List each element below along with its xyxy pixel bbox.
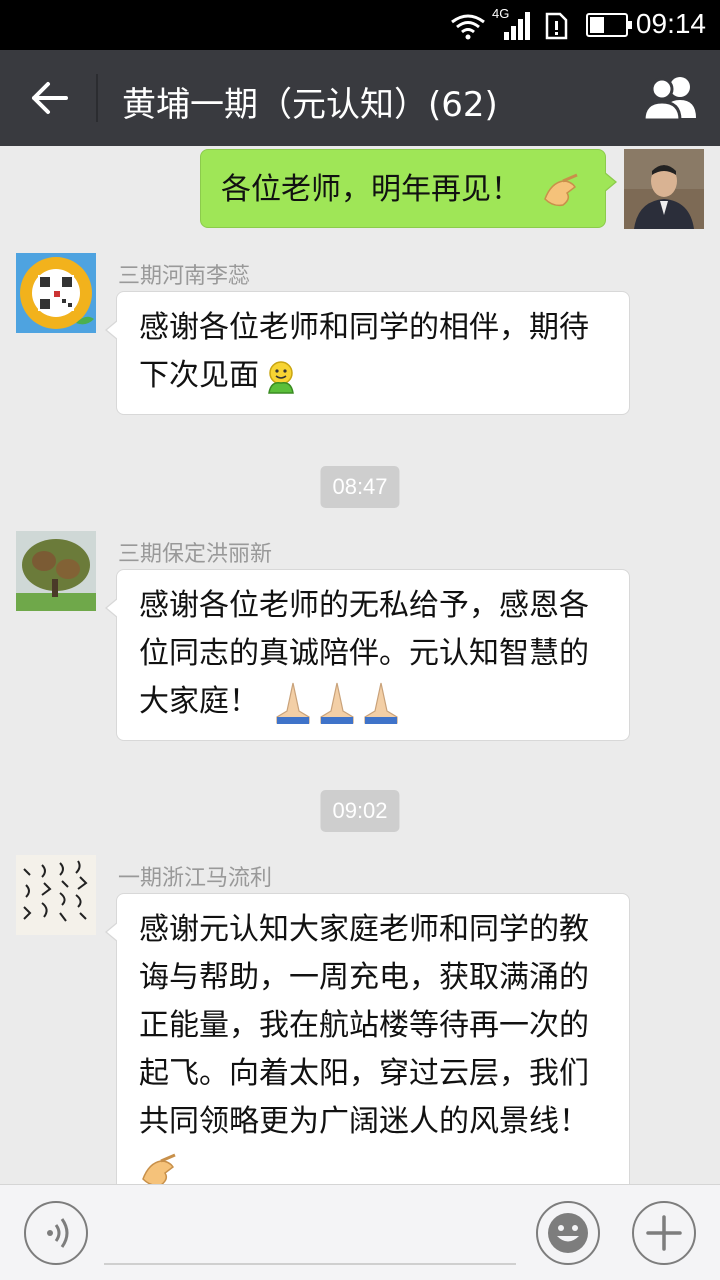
message-line-with-emoji: 大家庭！ (139, 678, 609, 726)
message-line: 正能量，我在航站楼等待再一次的 (139, 1008, 589, 1043)
sim-alert-icon (545, 12, 568, 40)
message-line: 感谢各位老师和同学的相伴，期待 (139, 310, 589, 345)
message-line-with-emoji: 下次见面 (139, 352, 609, 400)
voice-button[interactable] (24, 1201, 88, 1265)
back-arrow-icon[interactable] (28, 76, 72, 120)
green-smiley-emoji (268, 360, 294, 394)
message-bubble-mine[interactable]: 各位老师，明年再见！ (200, 149, 617, 228)
emoji-icon (548, 1213, 588, 1253)
message-bubble[interactable]: 感谢元认知大家庭老师和同学的教 诲与帮助，一周充电，获取满涌的 正能量，我在航站… (105, 893, 630, 1184)
message-bubble[interactable]: 感谢各位老师的无私给予，感恩各 位同志的真诚陪伴。元认知智慧的 大家庭！ (105, 569, 630, 741)
chat-title: 黄埔一期（元认知）(62) (122, 85, 498, 125)
chat-message-list[interactable]: 各位老师，明年再见！ 三期河南李蕊 感谢各位老师和同学的相伴，期待 下次见面 0… (0, 146, 720, 1184)
message-line: 大家庭！ (139, 684, 259, 719)
avatar-sender[interactable] (16, 531, 96, 611)
avatar-sender[interactable] (16, 855, 96, 935)
timestamp: 08:47 (320, 466, 400, 508)
ok-hand-emoji (142, 1153, 176, 1184)
header-divider (96, 74, 98, 122)
chat-header: 黄埔一期（元认知）(62) (0, 50, 720, 146)
sender-name: 一期浙江马流利 (118, 866, 273, 891)
message-bubble[interactable]: 感谢各位老师和同学的相伴，期待 下次见面 (105, 291, 630, 415)
group-members-icon[interactable] (642, 74, 700, 122)
status-bar: 4G 09:14 (0, 0, 720, 50)
sender-name: 三期河南李蕊 (118, 264, 251, 289)
message-line: 起飞。向着太阳，穿过云层，我们 (139, 1056, 589, 1091)
sender-name: 三期保定洪丽新 (118, 542, 273, 567)
message-line: 共同领略更为广阔迷人的风景线！ (139, 1104, 589, 1139)
status-time: 09:14 (635, 8, 706, 39)
message-line: 位同志的真诚陪伴。元认知智慧的 (139, 636, 589, 671)
voice-icon (47, 1218, 69, 1248)
more-button[interactable] (632, 1201, 696, 1265)
timestamp: 09:02 (320, 790, 400, 832)
wifi-icon (451, 14, 485, 40)
signal-icon: 4G (492, 6, 532, 42)
message-line: 下次见面 (139, 358, 259, 393)
battery-icon (586, 13, 632, 37)
avatar-sender[interactable] (16, 253, 96, 333)
message-input-field[interactable] (104, 1263, 516, 1265)
message-text: 各位老师，明年再见！ (221, 172, 521, 207)
avatar-mine[interactable] (624, 149, 704, 229)
message-line: 感谢各位老师的无私给予，感恩各 (139, 588, 589, 623)
message-line: 诲与帮助，一周充电，获取满涌的 (139, 960, 589, 995)
message-line: 感谢元认知大家庭老师和同学的教 (139, 912, 589, 947)
praying-hands-emoji (276, 682, 398, 724)
message-emoji-line (139, 1146, 609, 1184)
emoji-button[interactable] (536, 1201, 600, 1265)
plus-icon (646, 1215, 682, 1251)
input-bar (0, 1184, 720, 1280)
ok-hand-emoji (543, 173, 578, 206)
